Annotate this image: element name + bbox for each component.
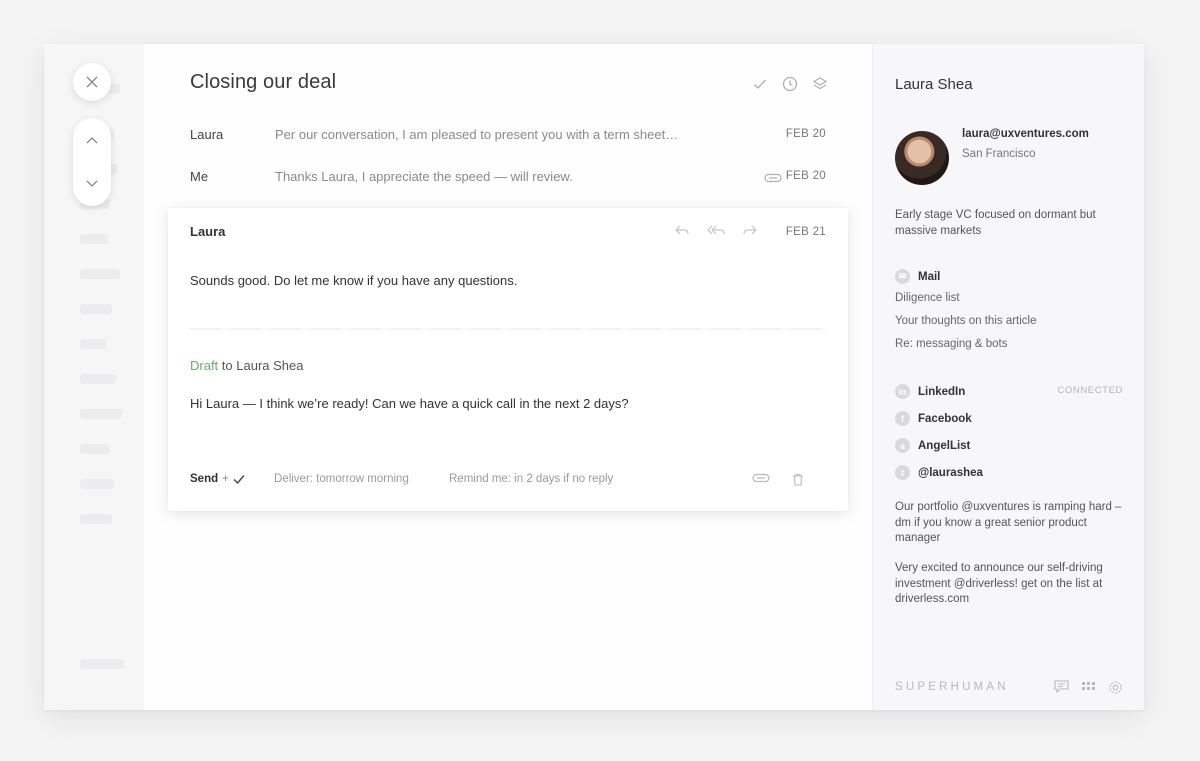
sidebar [44, 44, 144, 710]
message-nav [73, 118, 111, 206]
sidebar-ghost-item [80, 339, 106, 349]
twitter-handle: @laurashea [918, 466, 983, 479]
message-date: FEB 20 [785, 128, 826, 140]
chevron-up-icon [86, 137, 98, 144]
message-body: Sounds good. Do let me know if you have … [190, 273, 518, 288]
thread-message-row[interactable]: Laura Per our conversation, I am pleased… [190, 127, 826, 147]
sidebar-ghost-item [80, 659, 124, 669]
twitter-link[interactable]: t @laurashea [895, 465, 983, 480]
angellist-label: AngelList [918, 439, 971, 452]
facebook-link[interactable]: f Facebook [895, 411, 972, 426]
message-sender: Laura [190, 224, 226, 239]
draft-tools [752, 473, 804, 486]
draft-recipient-line: Draft to Laura Shea [190, 358, 303, 373]
close-button[interactable] [73, 63, 111, 101]
thread-actions [752, 76, 828, 92]
attachment-icon[interactable] [752, 473, 770, 483]
trash-icon[interactable] [792, 473, 804, 486]
divider [190, 328, 826, 330]
thread-message-row[interactable]: Me Thanks Laura, I appreciate the speed … [190, 169, 826, 189]
previous-message-button[interactable] [73, 118, 111, 162]
open-message-card: Laura FEB 21 Sounds good. Do let me know… [168, 208, 848, 511]
thread-subject: Closing our deal [190, 71, 337, 93]
contact-email[interactable]: laura@uxventures.com [962, 128, 1089, 140]
sidebar-ghost-item [80, 409, 122, 419]
message-snippet: Per our conversation, I am pleased to pr… [275, 127, 679, 142]
sidebar-ghost-item [80, 479, 114, 489]
contact-location: San Francisco [962, 148, 1036, 160]
sidebar-ghost-item [80, 269, 120, 279]
avatar [895, 131, 949, 185]
deliver-later-option[interactable]: Deliver: tomorrow morning [274, 473, 409, 485]
mail-heading: Mail [918, 270, 941, 283]
reply-all-icon[interactable] [706, 224, 726, 236]
check-icon [754, 79, 767, 90]
connected-badge: CONNECTED [1057, 385, 1123, 396]
message-actions [674, 224, 758, 236]
send-label: Send [190, 473, 219, 485]
move-button[interactable] [812, 76, 828, 92]
done-button[interactable] [752, 76, 768, 92]
sidebar-ghost-item [80, 374, 116, 384]
draft-label: Draft [190, 358, 219, 373]
forward-icon[interactable] [742, 224, 758, 236]
message-date: FEB 21 [785, 226, 826, 238]
clock-icon [782, 76, 798, 92]
draft-recipient[interactable]: to Laura Shea [222, 358, 304, 373]
mail-item[interactable]: Re: messaging & bots [895, 338, 1008, 350]
remind-button[interactable] [782, 76, 798, 92]
grid-icon[interactable] [1081, 680, 1096, 693]
thread-view: Closing our deal Laura Per our conversat… [144, 44, 872, 710]
chevron-down-icon [86, 180, 98, 187]
draft-body[interactable]: Hi Laura — I think we’re ready! Can we h… [190, 396, 629, 411]
twitter-icon: t [895, 465, 910, 480]
reply-icon[interactable] [674, 224, 690, 236]
chat-icon[interactable] [1054, 680, 1069, 693]
send-suffix: + [222, 473, 229, 485]
contact-panel: Laura Shea laura@uxventures.com San Fran… [872, 44, 1144, 710]
mail-icon: ✉ [895, 269, 910, 284]
contact-name: Laura Shea [895, 76, 973, 93]
check-icon [233, 475, 245, 484]
gear-icon[interactable] [1108, 680, 1123, 695]
brand-logo: SUPERHUMAN [895, 681, 1009, 693]
attachment-icon [764, 171, 782, 186]
remind-me-option[interactable]: Remind me: in 2 days if no reply [449, 473, 613, 485]
message-sender: Me [190, 169, 209, 184]
message-sender: Laura [190, 127, 224, 142]
facebook-label: Facebook [918, 412, 972, 425]
contact-bio: Early stage VC focused on dormant but ma… [895, 209, 1096, 237]
sidebar-ghost-item [80, 304, 112, 314]
linkedin-icon: in [895, 384, 910, 399]
app-window: Closing our deal Laura Per our conversat… [44, 44, 1144, 710]
sidebar-ghost-item [80, 444, 110, 454]
mail-item[interactable]: Your thoughts on this article [895, 315, 1037, 327]
panel-footer-icons [1054, 680, 1123, 695]
angellist-link[interactable]: a AngelList [895, 438, 970, 453]
close-icon [86, 76, 98, 88]
tweet: Our portfolio @uxventures is ramping har… [895, 501, 1122, 544]
send-button[interactable]: Send + [190, 473, 245, 485]
sidebar-ghost-item [80, 514, 112, 524]
message-date: FEB 20 [785, 170, 826, 182]
next-message-button[interactable] [73, 162, 111, 206]
draft-footer: Send + Deliver: tomorrow morning Remind … [190, 473, 826, 489]
message-snippet: Thanks Laura, I appreciate the speed — w… [275, 169, 573, 184]
facebook-icon: f [895, 411, 910, 426]
mail-section: ✉ Mail [895, 269, 940, 284]
angellist-icon: a [895, 438, 910, 453]
sidebar-ghost-item [80, 234, 108, 244]
tweet: Very excited to announce our self-drivin… [895, 562, 1103, 605]
linkedin-label: LinkedIn [918, 385, 966, 398]
layers-icon [812, 77, 828, 90]
mail-item[interactable]: Diligence list [895, 292, 960, 304]
linkedin-link[interactable]: in LinkedIn [895, 384, 965, 399]
